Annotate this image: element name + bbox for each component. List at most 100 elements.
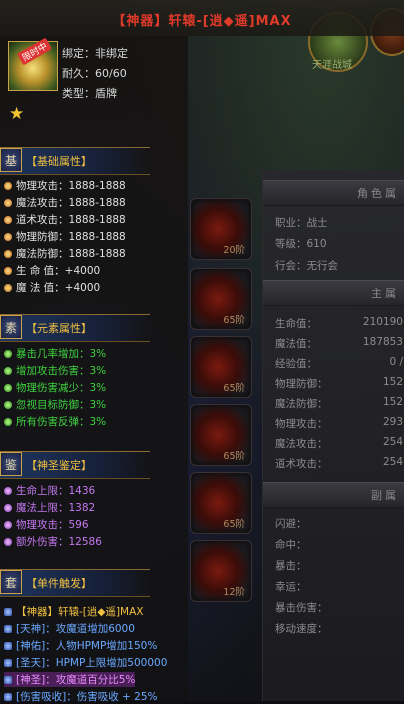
attr-value: 0 / (389, 356, 403, 368)
section-icon: 鉴 (0, 452, 22, 476)
stat-text: 物理攻击：596 (16, 519, 89, 531)
slot-level: 12阶 (223, 587, 245, 598)
trigger-row: [神圣]：攻魔道百分比5% (4, 672, 136, 687)
bullet-icon (4, 284, 12, 292)
stat-text: 物理攻击：1888-1888 (16, 180, 126, 192)
slot-level: 20阶 (223, 245, 245, 256)
slot-level: 65阶 (223, 383, 245, 394)
equipment-slot[interactable]: 65阶 (190, 336, 252, 398)
square-bullet-icon (4, 642, 12, 650)
square-bullet-icon (4, 693, 12, 701)
gem-icon (4, 367, 12, 375)
element-stat-row: 物理伤害减少：3% (4, 380, 106, 395)
equipment-slot[interactable]: 65阶 (190, 404, 252, 466)
slot-level: 65阶 (223, 315, 245, 326)
base-stat-row: 道术攻击：1888-1888 (4, 212, 126, 227)
attr-value: 254 (382, 456, 403, 468)
character-panel: 角色属 职业：战士 等级：610 行会：无行会 主属 生命值： 210190 魔法值… (262, 170, 404, 701)
stat-text: 增加攻击伤害：3% (16, 365, 107, 377)
panel-header-main: 主属 (263, 280, 404, 306)
section-title: 【神圣鉴定】 (26, 459, 92, 472)
attr-label: 魔法值： (275, 338, 317, 350)
main-attr-row: 物理防御： 152 (275, 376, 403, 391)
section-trigger: 套 【单件触发】 (0, 569, 188, 597)
attr-label: 物理攻击： (275, 418, 328, 430)
element-stat-row: 所有伤害反弹：3% (4, 414, 106, 429)
tooltip-title-bar: 【神器】轩辕-[逍◆遥]MAX (0, 0, 404, 36)
item-title: 【神器】轩辕-[逍◆遥]MAX (112, 14, 292, 29)
bullet-icon (4, 233, 12, 241)
stat-text: 魔法上限：1382 (16, 502, 96, 514)
attr-label: 经验值： (275, 358, 317, 370)
element-stat-row: 增加攻击伤害：3% (4, 363, 106, 378)
star-icon: ★ (9, 104, 25, 124)
attr-value: 293 (382, 416, 403, 428)
section-base: 基 【基础属性】 (0, 147, 188, 175)
trigger-row: [天神]：攻魔道增加6000 (4, 621, 135, 636)
trigger-row: [神佑]：人物HPMP增加150% (4, 638, 157, 653)
bullet-icon (4, 199, 12, 207)
attr-label: 道术攻击： (275, 458, 328, 470)
base-stat-row: 生 命 值：+4000 (4, 263, 100, 278)
trigger-row: [伤害吸收]：伤害吸收 + 25% (4, 689, 158, 704)
item-tooltip: 限时中 绑定：非绑定 耐久：60/60 类型：盾牌 ★ 基 【基础属性】 物理攻… (0, 36, 188, 704)
trigger-text: [伤害吸收]：伤害吸收 + 25% (16, 691, 158, 703)
char-info-row: 行会：无行会 (275, 260, 338, 272)
stat-text: 物理防御：1888-1888 (16, 231, 126, 243)
top-right-label: 天涯战城 (312, 60, 352, 71)
stat-text: 额外伤害：12586 (16, 536, 102, 548)
square-bullet-icon (4, 625, 12, 633)
base-stat-row: 魔 法 值：+4000 (4, 280, 100, 295)
sub-attr-row: 命中： (275, 539, 307, 551)
stat-text: 生命上限：1436 (16, 485, 96, 497)
main-attr-row: 经验值： 0 / (275, 356, 403, 371)
element-stat-row: 暴击几率增加：3% (4, 346, 106, 361)
attr-value: 254 (382, 436, 403, 448)
equipment-slot[interactable]: 12阶 (190, 540, 252, 602)
durability-info: 耐久：60/60 (62, 67, 127, 80)
section-icon: 基 (0, 148, 22, 172)
base-stat-row: 魔法攻击：1888-1888 (4, 195, 126, 210)
char-info-row: 等级：610 (275, 238, 327, 250)
gem-icon (4, 401, 12, 409)
attr-label: 魔法攻击： (275, 438, 328, 450)
trigger-row: 【神器】轩辕-[逍◆遥]MAX (4, 604, 144, 619)
holy-stat-row: 额外伤害：12586 (4, 534, 102, 549)
gem-icon (4, 350, 12, 358)
stat-text: 忽视目标防御：3% (16, 399, 107, 411)
gem-icon (4, 521, 12, 529)
gem-icon (4, 487, 12, 495)
main-attr-row: 魔法值： 187853 (275, 336, 403, 351)
gem-icon (4, 504, 12, 512)
holy-stat-row: 魔法上限：1382 (4, 500, 95, 515)
main-attr-row: 魔法防御： 152 (275, 396, 403, 411)
attr-value: 152 (382, 396, 403, 408)
equipment-slot[interactable]: 65阶 (190, 472, 252, 534)
section-title: 【基础属性】 (26, 155, 92, 168)
slot-level: 65阶 (223, 451, 245, 462)
attr-value: 152 (382, 376, 403, 388)
sub-attr-row: 移动速度： (275, 623, 328, 635)
sub-attr-row: 暴击伤害： (275, 602, 328, 614)
trigger-text: [圣天]：HPMP上限增加500000 (16, 657, 168, 669)
trigger-row: [圣天]：HPMP上限增加500000 (4, 655, 167, 670)
base-stat-row: 物理攻击：1888-1888 (4, 178, 126, 193)
equipment-slot[interactable]: 65阶 (190, 268, 252, 330)
attr-label: 魔法防御： (275, 398, 328, 410)
stat-text: 暴击几率增加：3% (16, 348, 107, 360)
attr-label: 生命值： (275, 318, 317, 330)
gem-icon (4, 384, 12, 392)
stat-text: 物理伤害减少：3% (16, 382, 107, 394)
holy-stat-row: 生命上限：1436 (4, 483, 95, 498)
equipment-slot[interactable]: 20阶 (190, 198, 252, 260)
bind-info: 绑定：非绑定 (62, 47, 128, 60)
square-bullet-icon (4, 676, 12, 684)
diamond-icon (4, 608, 12, 616)
section-title: 【元素属性】 (26, 322, 92, 335)
trigger-text: [神佑]：人物HPMP增加150% (16, 640, 158, 652)
main-attr-row: 物理攻击： 293 (275, 416, 403, 431)
stat-text: 生 命 值：+4000 (16, 265, 101, 277)
panel-header-character: 角色属 (263, 180, 404, 206)
attr-value: 210190 (362, 316, 403, 328)
stat-text: 道术攻击：1888-1888 (16, 214, 126, 226)
